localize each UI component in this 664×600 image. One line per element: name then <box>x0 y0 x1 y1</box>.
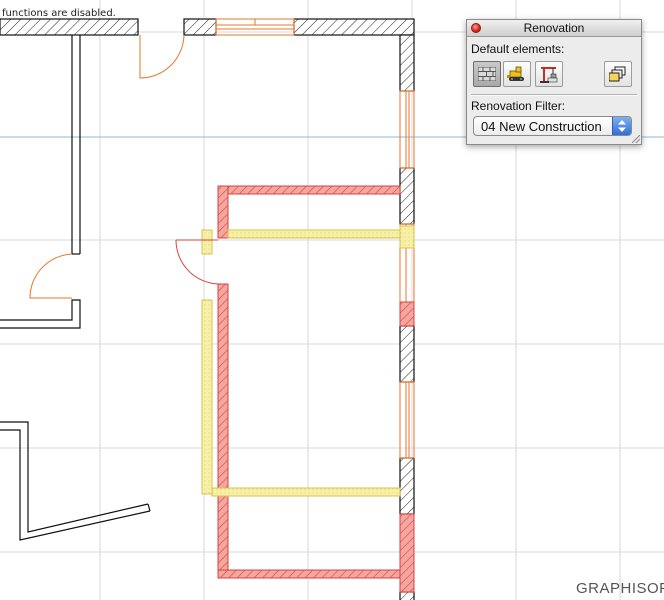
graphisoft-watermark: GRAPHISOF <box>576 580 664 597</box>
existing-elements-button[interactable] <box>473 61 501 87</box>
new-wall-right-a <box>399 301 415 327</box>
existing-wall-left <box>0 35 81 329</box>
renovation-palette: Renovation Default elements: Renovation … <box>466 19 642 145</box>
new-construction-icon <box>540 67 558 83</box>
window-top <box>215 18 295 36</box>
existing-wall-top-mid <box>183 18 217 36</box>
new-construction-button[interactable] <box>535 61 563 87</box>
resize-grip-icon[interactable] <box>632 135 640 143</box>
renovation-settings-icon <box>609 66 626 82</box>
status-message: functions are disabled. <box>2 8 116 19</box>
new-construction-walls <box>217 185 401 579</box>
door-swing-left <box>29 253 73 299</box>
to-be-demolished-button[interactable] <box>503 61 531 87</box>
palette-divider <box>471 94 637 96</box>
existing-wall-bottom-left <box>0 421 151 541</box>
door-swing-top <box>139 34 185 79</box>
renovation-filter-select[interactable]: 04 New Construction <box>473 116 632 136</box>
existing-wall-top-left <box>0 18 139 36</box>
to-be-demolished-icon <box>507 66 524 81</box>
palette-titlebar[interactable]: Renovation <box>467 20 641 37</box>
updown-arrows-icon[interactable] <box>612 117 631 135</box>
existing-elements-icon <box>478 67 496 81</box>
default-elements-label: Default elements: <box>471 42 565 56</box>
renovation-filter-value: 04 New Construction <box>481 119 602 134</box>
renovation-filter-label: Renovation Filter: <box>471 99 566 113</box>
palette-title: Renovation <box>523 21 585 35</box>
existing-wall-top-right <box>293 18 415 36</box>
new-wall-right-b <box>399 513 415 593</box>
renovation-settings-button[interactable] <box>604 61 632 87</box>
